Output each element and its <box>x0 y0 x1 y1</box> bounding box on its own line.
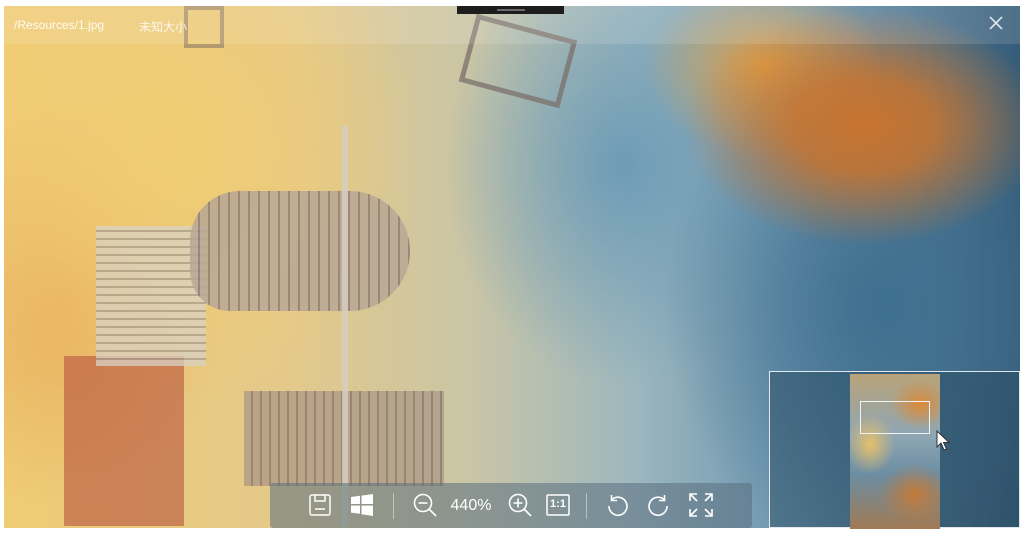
drag-handle-grip <box>496 9 525 11</box>
rotate-left-button[interactable] <box>604 491 632 519</box>
zoom-out-button[interactable] <box>411 491 439 519</box>
mouse-cursor-icon <box>936 430 950 451</box>
toolbar-divider <box>586 493 587 519</box>
image-detail-block <box>64 356 184 526</box>
file-path: /Resources/1.jpg <box>14 18 105 32</box>
set-wallpaper-button[interactable] <box>348 491 376 519</box>
close-icon <box>989 16 1003 30</box>
rotate-right-icon <box>648 495 668 517</box>
drag-handle[interactable] <box>457 6 564 14</box>
navigator-panel[interactable] <box>769 371 1020 529</box>
zoom-level: 440% <box>450 497 492 514</box>
navigator-viewport-box[interactable] <box>860 401 930 434</box>
close-button[interactable] <box>986 14 1006 34</box>
fullscreen-icon <box>689 493 713 517</box>
zoom-in-button[interactable] <box>506 491 534 519</box>
zoom-out-icon <box>413 493 437 517</box>
image-detail-building <box>190 191 410 311</box>
navigator-thumbnail <box>850 374 940 529</box>
rotate-right-button[interactable] <box>644 491 672 519</box>
zoom-in-icon <box>508 493 532 517</box>
actual-size-button[interactable]: 1:1 <box>544 491 572 519</box>
save-button[interactable] <box>306 491 334 519</box>
fullscreen-button[interactable] <box>687 491 715 519</box>
actual-size-label: 1:1 <box>550 498 566 510</box>
file-size: 未知大小 <box>139 20 188 34</box>
image-detail-pole <box>342 126 348 526</box>
save-icon <box>309 494 331 516</box>
windows-icon <box>351 494 373 516</box>
rotate-left-icon <box>608 495 628 517</box>
toolbar-divider <box>393 493 394 519</box>
toolbar: 440% 1:1 <box>270 483 752 528</box>
